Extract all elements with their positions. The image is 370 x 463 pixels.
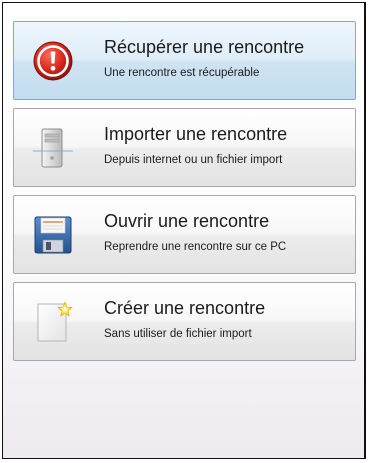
recover-match-button[interactable]: Récupérer une rencontre Une rencontre es… xyxy=(13,21,356,100)
create-match-button[interactable]: Créer une rencontre Sans utiliser de fic… xyxy=(13,282,356,361)
create-match-subtitle: Sans utiliser de fichier import xyxy=(104,328,252,340)
open-match-subtitle: Reprendre une rencontre sur ce PC xyxy=(104,241,287,253)
import-match-subtitle: Depuis internet ou un fichier import xyxy=(104,154,283,166)
create-match-title: Créer une rencontre xyxy=(104,298,266,318)
open-match-title: Ouvrir une rencontre xyxy=(104,211,270,231)
recover-match-title: Récupérer une rencontre xyxy=(104,37,305,57)
open-match-button[interactable]: Ouvrir une rencontre Reprendre une renco… xyxy=(13,195,356,274)
floppy-disk-icon xyxy=(32,214,74,256)
alert-icon xyxy=(32,40,74,82)
recover-match-subtitle: Une rencontre est récupérable xyxy=(104,67,260,79)
import-match-button[interactable]: Importer une rencontre Depuis internet o… xyxy=(13,108,356,187)
action-panel: Récupérer une rencontre Une rencontre es… xyxy=(2,2,366,459)
computer-tower-icon xyxy=(32,127,74,169)
import-match-title: Importer une rencontre xyxy=(104,124,288,144)
new-document-icon xyxy=(32,301,74,343)
